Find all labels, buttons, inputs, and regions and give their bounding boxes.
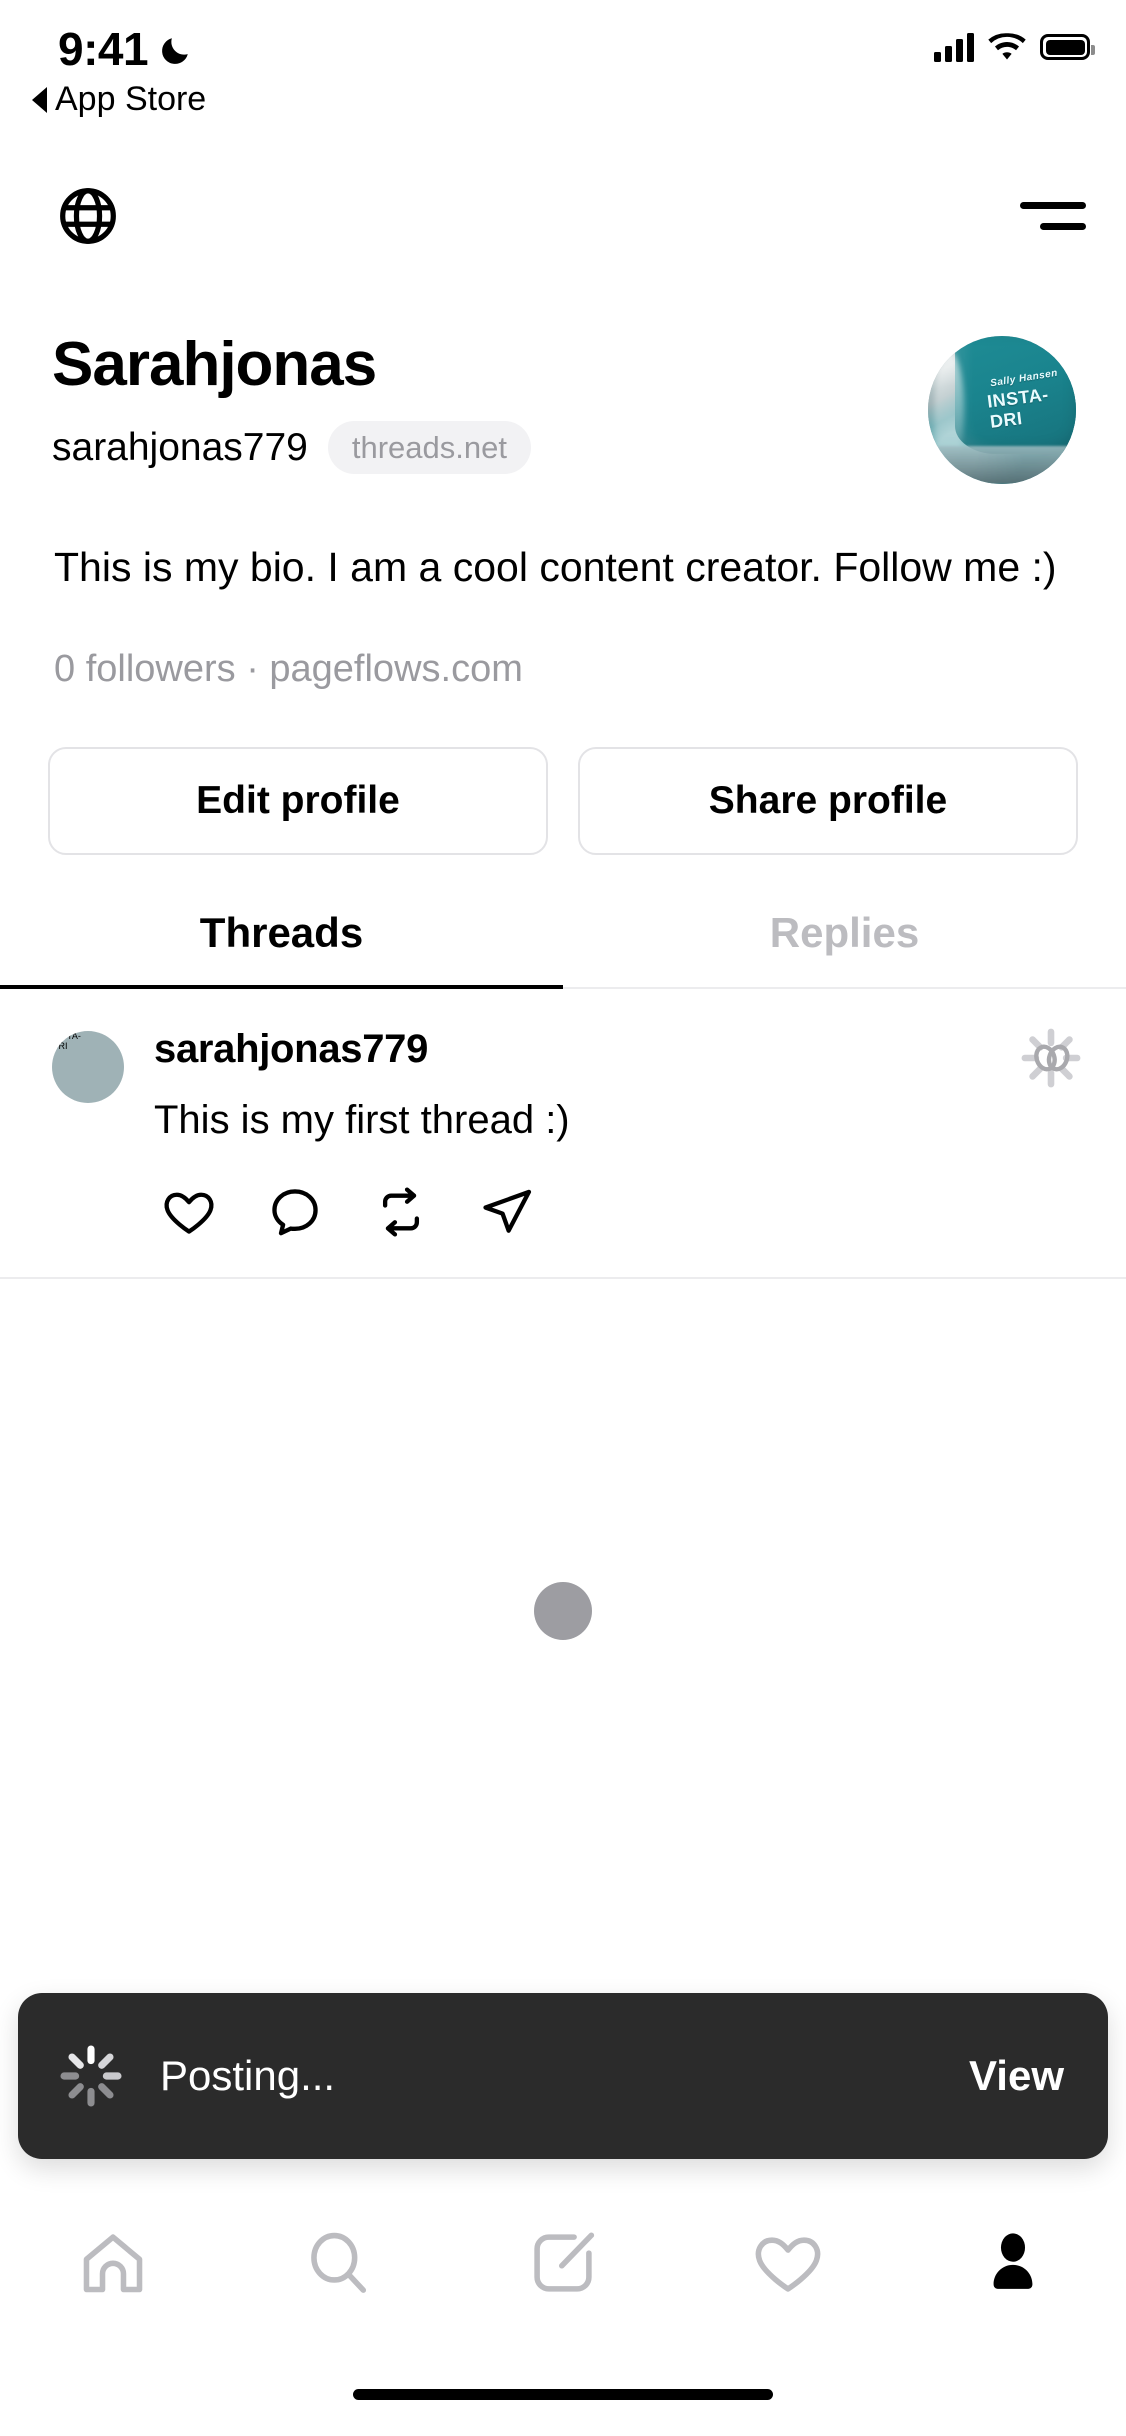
- share-profile-button[interactable]: Share profile: [578, 746, 1078, 855]
- top-nav-bar: [0, 172, 1126, 272]
- profile-identity-row: Sarahjonas sarahjonas779 threads.net Sal…: [0, 330, 1126, 484]
- reply-icon[interactable]: [260, 1177, 330, 1247]
- post-body: sarahjonas779 This is my first thread :): [154, 1027, 1086, 1143]
- post-action-bar: [154, 1177, 1086, 1247]
- back-triangle-icon: [32, 86, 47, 113]
- back-to-app-store-link[interactable]: App Store: [32, 80, 206, 119]
- hamburger-menu-icon[interactable]: [996, 176, 1086, 256]
- tab-profile[interactable]: [901, 2188, 1126, 2338]
- profile-text-block: Sarahjonas sarahjonas779 threads.net: [52, 330, 928, 475]
- profile-meta[interactable]: 0 followers · pageflows.com: [54, 648, 1126, 691]
- avatar[interactable]: Sally Hansen INSTA- DRI: [928, 336, 1076, 484]
- profile-handle-row: sarahjonas779 threads.net: [52, 421, 928, 475]
- toast-message: Posting...: [160, 2052, 336, 2099]
- bottom-tab-bar: [0, 2188, 1126, 2338]
- post-username[interactable]: sarahjonas779: [154, 1027, 1086, 1072]
- status-time: 9:41: [58, 23, 149, 75]
- loading-spinner-icon: [58, 2043, 124, 2109]
- profile-tabs: Threads Replies: [0, 909, 1126, 989]
- thread-post[interactable]: INSTA- DRI sarahjonas779 This is my firs…: [0, 989, 1126, 1279]
- tab-home[interactable]: [0, 2188, 225, 2338]
- posting-toast[interactable]: Posting... View: [18, 1993, 1108, 2159]
- profile-action-buttons: Edit profile Share profile: [0, 746, 1126, 855]
- status-badge[interactable]: threads.net: [327, 421, 531, 475]
- post-avatar-product-text-2: DRI: [52, 1040, 68, 1051]
- post-header: INSTA- DRI sarahjonas779 This is my firs…: [52, 1027, 1086, 1143]
- wifi-icon: [988, 32, 1026, 62]
- repost-icon[interactable]: [366, 1177, 436, 1247]
- tab-compose[interactable]: [450, 2188, 675, 2338]
- toast-view-button[interactable]: View: [969, 2052, 1064, 2100]
- loading-dot-icon: [534, 1582, 592, 1640]
- page-title: Sarahjonas: [52, 330, 377, 399]
- tab-search[interactable]: [225, 2188, 450, 2338]
- tab-replies[interactable]: Replies: [563, 909, 1126, 987]
- back-label: App Store: [55, 80, 207, 118]
- tab-threads[interactable]: Threads: [0, 909, 563, 989]
- edit-profile-button[interactable]: Edit profile: [48, 746, 548, 855]
- app-screen: 9:41 App Store Sarahjonas sarahjonas779 …: [0, 0, 1126, 2436]
- profile-bio: This is my bio. I am a cool content crea…: [54, 544, 1057, 590]
- avatar-product-text-2: DRI: [989, 408, 1024, 433]
- share-icon[interactable]: [472, 1177, 542, 1247]
- signal-bars-icon: [934, 32, 974, 62]
- crescent-moon-icon: [158, 34, 192, 68]
- post-avatar[interactable]: INSTA- DRI: [52, 1030, 124, 1103]
- status-bar: 9:41 App Store: [0, 0, 1126, 140]
- like-icon[interactable]: [154, 1177, 224, 1247]
- globe-icon[interactable]: [48, 176, 128, 256]
- post-avatar-product-text-1: INSTA-: [52, 1030, 81, 1041]
- loading-spinner-icon: [1018, 1025, 1084, 1091]
- battery-full-icon: [1040, 34, 1095, 60]
- tab-activity[interactable]: [676, 2188, 901, 2338]
- profile-username: sarahjonas779: [52, 425, 308, 469]
- profile-header: Sarahjonas sarahjonas779 threads.net Sal…: [0, 330, 1126, 1279]
- status-time-group: 9:41: [58, 22, 192, 76]
- avatar-base: [936, 445, 1074, 484]
- home-indicator: [353, 2389, 773, 2400]
- status-indicators: [934, 32, 1095, 62]
- post-text: This is my first thread :): [154, 1097, 570, 1142]
